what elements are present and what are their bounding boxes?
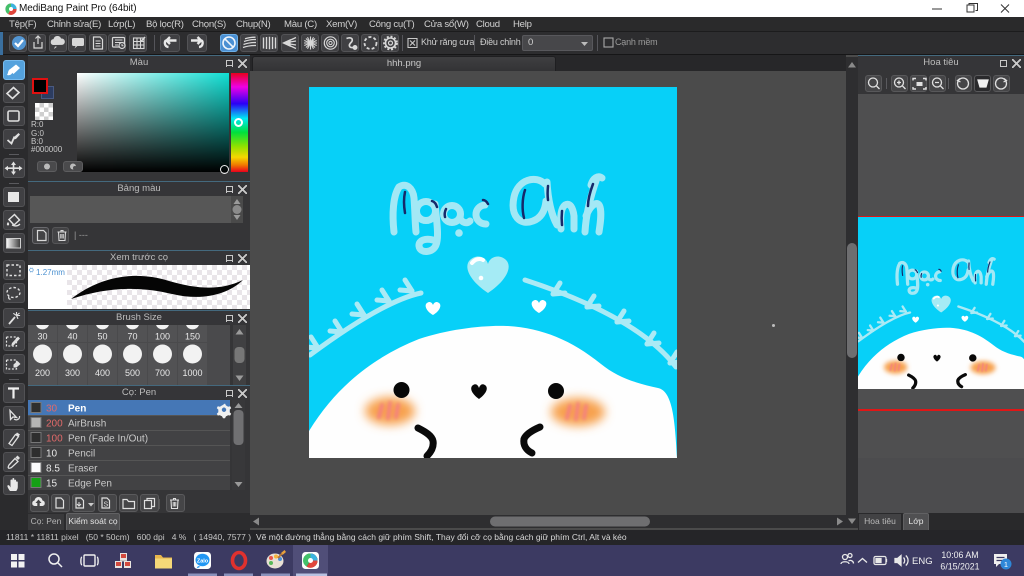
svg-text:200: 200 (35, 368, 50, 378)
svg-text:400: 400 (95, 368, 110, 378)
svg-text:Eraser: Eraser (68, 464, 98, 475)
svg-text:Pencil: Pencil (68, 449, 95, 460)
svg-text:100: 100 (46, 434, 63, 445)
svg-text:6/15/2021: 6/15/2021 (940, 562, 979, 572)
svg-text:15: 15 (46, 479, 58, 490)
svg-text:8.5: 8.5 (46, 464, 60, 475)
svg-text:Pen (Fade In/Out): Pen (Fade In/Out) (68, 434, 148, 445)
svg-text:10: 10 (46, 449, 58, 460)
svg-text:Pen: Pen (68, 404, 86, 415)
svg-text:S: S (104, 502, 109, 509)
svg-text:10:06 AM: 10:06 AM (941, 550, 978, 560)
svg-text:AirBrush: AirBrush (68, 419, 106, 430)
svg-text:1000: 1000 (182, 368, 202, 378)
svg-text:70: 70 (127, 332, 137, 342)
svg-text:ENG: ENG (912, 556, 933, 567)
svg-text:30: 30 (37, 332, 47, 342)
svg-text:Zalo: Zalo (197, 558, 209, 564)
svg-text:50: 50 (97, 332, 107, 342)
svg-text:30: 30 (46, 404, 58, 415)
svg-text:40: 40 (67, 332, 77, 342)
svg-text:700: 700 (155, 368, 170, 378)
svg-text:500: 500 (125, 368, 140, 378)
svg-text:100: 100 (155, 332, 170, 342)
svg-text:1: 1 (1004, 560, 1008, 569)
svg-text:Edge Pen: Edge Pen (68, 479, 112, 490)
svg-text:200: 200 (46, 419, 63, 430)
svg-text:300: 300 (65, 368, 80, 378)
svg-text:150: 150 (185, 332, 200, 342)
